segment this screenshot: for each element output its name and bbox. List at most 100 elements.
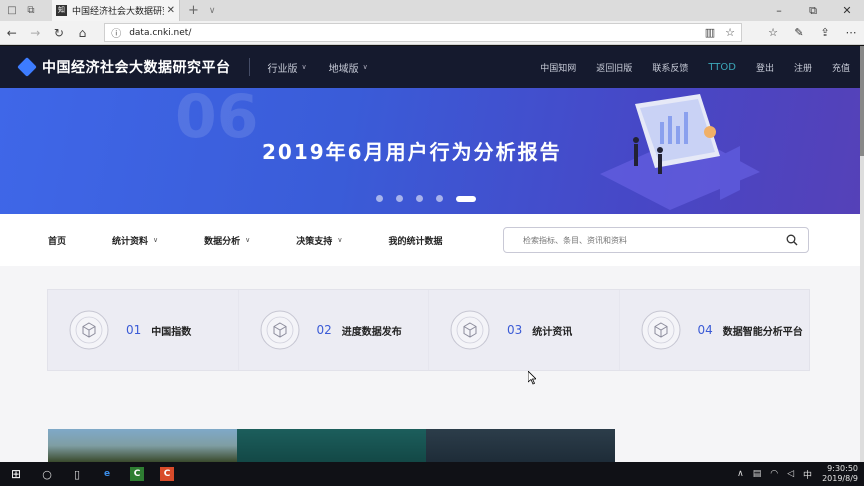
card-number: 01 [126,323,142,337]
nav-label: 统计资料 [112,236,149,247]
cnki-favicon-icon: 知 [56,5,67,16]
cube-icon [69,310,109,350]
back-icon[interactable]: ← [0,26,24,40]
news-image[interactable] [237,429,426,462]
tab-preview-icon[interactable]: ⧉ [24,5,38,17]
nav-label: 我的统计数据 [388,236,443,247]
menu-region-edition[interactable]: 地域版 ∨ [329,60,368,75]
browser-tab-bar: □ ⧉ 知 中国经济社会大数据研究 ✕ + ∨ – ⧉ ✕ [0,0,864,21]
news-image[interactable] [426,429,615,462]
minimize-icon[interactable]: – [762,0,796,21]
tab-list-chevron-icon[interactable]: ∨ [209,6,216,16]
link-user[interactable]: TTOD [708,62,736,73]
web-page: 中国经济社会大数据研究平台 行业版 ∨ 地域版 ∨ 中国知网 返回旧版 联系反馈… [0,46,860,462]
pen-icon[interactable]: ✎ [786,26,812,39]
search-input[interactable] [523,235,786,245]
chevron-down-icon: ∨ [245,236,251,244]
address-bar: ← → ↻ ⌂ ⓘ data.cnki.net/ ▥ ☆ ☆ ✎ ⇪ ⋯ [0,21,864,45]
taskbar: ⊞ ○ ▯ e C C ∧ ▤ ◠ ◁ 中 9:30:50 2019/8/9 [0,462,864,486]
link-cnki[interactable]: 中国知网 [540,61,576,74]
feature-card[interactable]: 04 数据智能分析平台 [620,290,810,370]
nav-label: 首页 [48,236,67,247]
card-label: 统计资讯 [532,326,573,338]
carousel-dot[interactable] [416,195,423,202]
header-links: 中国知网 返回旧版 联系反馈 TTOD 登出 注册 充值 [520,46,850,88]
link-recharge[interactable]: 充值 [832,61,850,74]
search-box [503,227,809,253]
tray-expand-icon[interactable]: ∧ [737,469,744,479]
favorites-icon[interactable]: ☆ [760,26,786,39]
link-register[interactable]: 注册 [794,61,812,74]
menu-label: 地域版 [328,63,359,75]
banner-illustration [600,94,760,210]
menu-industry-edition[interactable]: 行业版 ∨ [268,60,307,75]
news-image[interactable] [48,429,237,462]
news-image-strip [48,429,615,462]
favorite-star-icon[interactable]: ☆ [725,26,735,39]
network-icon[interactable]: ▤ [753,469,762,479]
card-label: 数据智能分析平台 [722,326,803,338]
input-language[interactable]: 中 [803,468,812,481]
home-icon[interactable]: ⌂ [71,26,95,40]
site-title[interactable]: 中国经济社会大数据研究平台 [42,57,231,77]
refresh-icon[interactable]: ↻ [47,26,71,40]
search-icon[interactable] [786,234,798,246]
platform-logo-icon[interactable] [17,57,37,77]
wifi-icon[interactable]: ◠ [770,469,778,479]
chevron-down-icon: ∨ [337,236,343,244]
share-icon[interactable]: ⇪ [812,26,838,39]
restore-icon[interactable]: ⧉ [796,0,830,21]
recorder-app-icon[interactable]: C [152,462,182,486]
clock[interactable]: 9:30:50 2019/8/9 [822,464,858,484]
hero-banner[interactable]: 06 2019年6月用户行为分析报告 [0,88,860,214]
reading-view-icon[interactable]: ▥ [705,26,715,39]
url-text: data.cnki.net/ [129,27,192,38]
link-feedback[interactable]: 联系反馈 [652,61,688,74]
edge-browser-icon[interactable]: e [92,462,122,486]
nav-decision-support[interactable]: 决策支持 ∨ [296,234,342,247]
mouse-cursor-icon [528,371,536,385]
carousel-dot[interactable] [396,195,403,202]
browser-tools: ☆ ✎ ⇪ ⋯ [760,26,864,39]
windows-start-icon[interactable]: ⊞ [0,467,32,481]
file-explorer-icon[interactable]: ▯ [62,462,92,486]
nav-home[interactable]: 首页 [48,234,66,247]
nav-statistics[interactable]: 统计资料 ∨ [112,234,158,247]
header-divider [248,58,250,76]
window-controls: – ⧉ ✕ [762,0,864,21]
url-field[interactable]: ⓘ data.cnki.net/ ▥ ☆ [104,23,743,42]
chevron-down-icon: ∨ [153,236,159,244]
nav-data-analysis[interactable]: 数据分析 ∨ [204,234,250,247]
card-number: 02 [316,323,332,337]
browser-tab[interactable]: 知 中国经济社会大数据研究 ✕ [52,0,180,21]
page-scrollbar[interactable] [860,46,864,462]
close-window-icon[interactable]: ✕ [830,0,864,21]
volume-icon[interactable]: ◁ [787,469,794,479]
scrollbar-thumb[interactable] [860,46,864,156]
carousel-dot[interactable] [436,195,443,202]
nav-my-statistics[interactable]: 我的统计数据 [388,234,442,247]
card-number: 04 [697,323,713,337]
forward-icon[interactable]: → [24,26,48,40]
cube-icon [641,310,680,350]
tab-title: 中国经济社会大数据研究 [72,7,164,17]
carousel-dot-active[interactable] [456,195,476,202]
link-logout[interactable]: 登出 [756,61,774,74]
link-old-version[interactable]: 返回旧版 [596,61,632,74]
card-label: 中国指数 [151,326,192,338]
main-nav: 首页 统计资料 ∨ 数据分析 ∨ 决策支持 ∨ 我的统计数据 [0,214,860,266]
tab-actions-icon[interactable]: □ [5,5,19,17]
close-tab-icon[interactable]: ✕ [167,5,175,16]
site-info-icon[interactable]: ⓘ [111,25,121,40]
feature-card[interactable]: 01 中国指数 [48,290,239,370]
feature-card[interactable]: 02 进度数据发布 [239,290,429,370]
new-tab-icon[interactable]: + [188,3,199,18]
search-icon[interactable]: ○ [32,462,62,486]
feature-card[interactable]: 03 统计资讯 [429,290,620,370]
clock-date: 2019/8/9 [822,474,858,483]
nav-label: 决策支持 [296,236,333,247]
feature-cards: 01 中国指数 02 进度数据发布 03 统计资讯 04 数据智能分析平台 [47,289,810,371]
more-icon[interactable]: ⋯ [838,26,864,39]
camtasia-icon[interactable]: C [122,462,152,486]
carousel-dot[interactable] [376,195,383,202]
